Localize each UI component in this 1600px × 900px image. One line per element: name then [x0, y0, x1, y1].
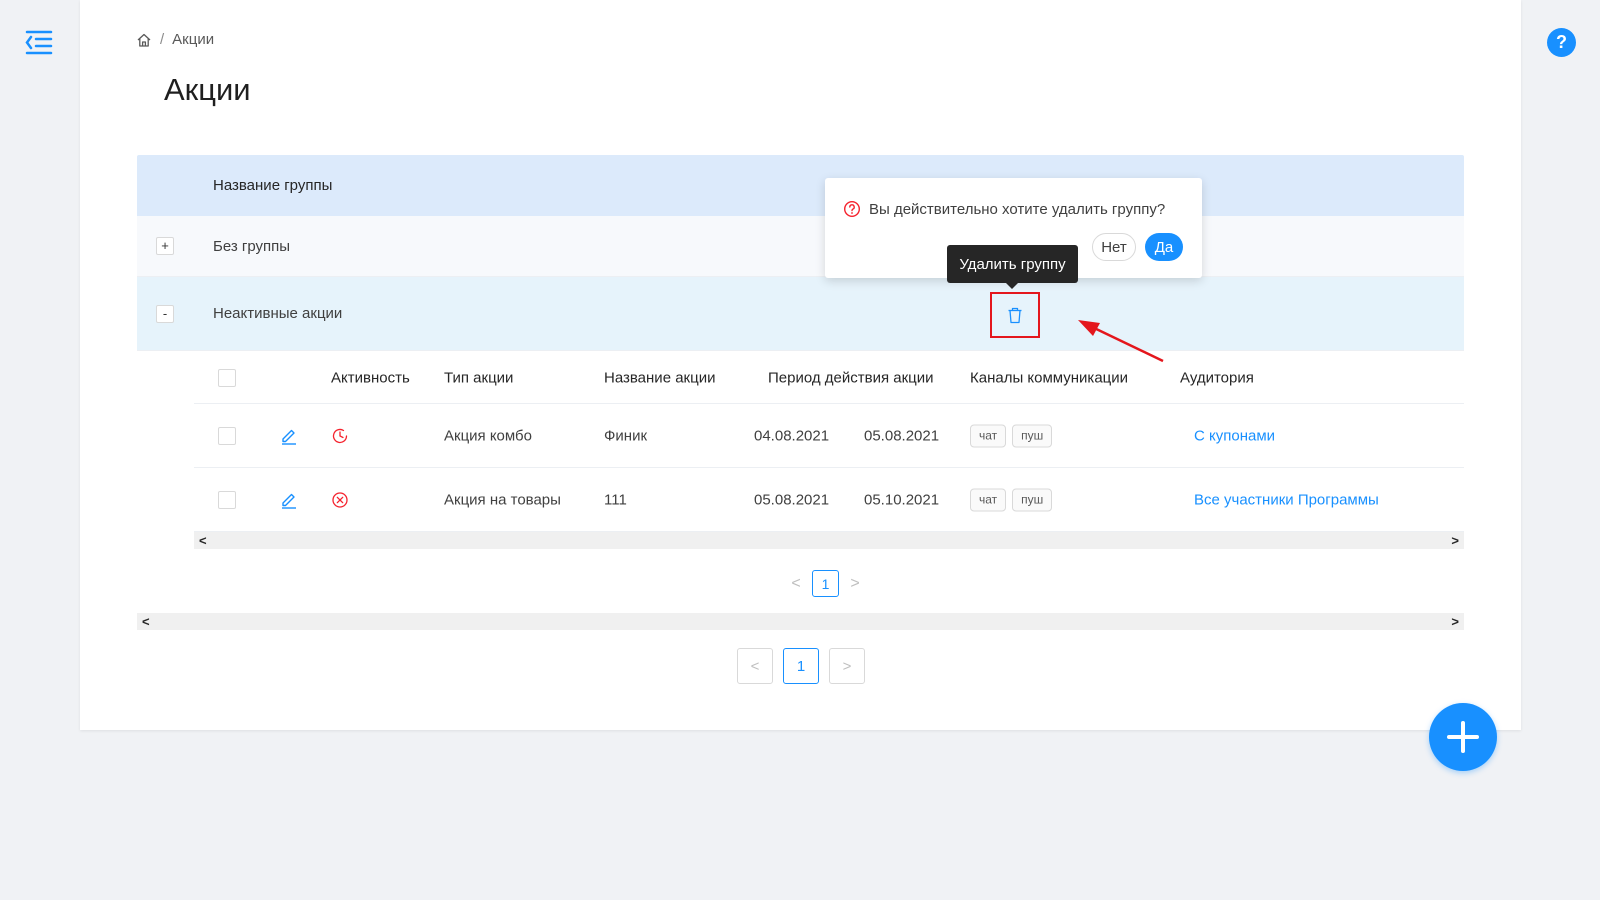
prev-page-button[interactable]: <: [737, 648, 773, 684]
promotions-table-header: Активность Тип акции Название акции Пери…: [194, 352, 1464, 404]
inner-horizontal-scrollbar[interactable]: < >: [194, 532, 1464, 549]
page-1-button[interactable]: 1: [783, 648, 819, 684]
promo-type: Акция на товары: [444, 491, 561, 508]
column-group-name: Название группы: [213, 177, 333, 194]
breadcrumb: / Акции: [136, 31, 214, 48]
column-channels: Каналы коммуникации: [970, 369, 1129, 386]
group-name: Без группы: [213, 237, 291, 255]
row-checkbox[interactable]: [218, 426, 236, 445]
select-all-checkbox[interactable]: [218, 368, 236, 387]
promo-name: 111: [604, 491, 627, 508]
period-start: 04.08.2021: [754, 427, 830, 444]
close-circle-icon: [331, 491, 349, 509]
prev-page-button[interactable]: <: [788, 575, 804, 593]
groups-table: Название группы + Без группы - Неактивны…: [137, 155, 1464, 630]
edit-icon[interactable]: [280, 491, 298, 509]
group-name: Неактивные акции: [213, 305, 343, 322]
groups-table-header: Название группы: [137, 155, 1464, 216]
channel-tag: пуш: [1012, 488, 1053, 511]
delete-group-tooltip: Удалить группу: [947, 245, 1078, 289]
table-row[interactable]: Акция комбо Финик 04.08.2021 05.08.2021 …: [194, 404, 1464, 468]
promo-name: Финик: [604, 427, 648, 444]
next-page-button[interactable]: >: [829, 648, 865, 684]
promo-type: Акция комбо: [444, 427, 532, 444]
outer-pagination: < 1 >: [737, 648, 865, 684]
period-end: 05.08.2021: [864, 427, 940, 444]
scroll-right-arrow[interactable]: >: [1451, 532, 1459, 549]
confirm-text: Вы действительно хотите удалить группу?: [869, 200, 1166, 218]
scroll-right-arrow[interactable]: >: [1451, 613, 1459, 630]
collapse-button[interactable]: -: [156, 304, 174, 323]
delete-group-button[interactable]: [990, 292, 1040, 338]
channel-tag: пуш: [1012, 424, 1053, 447]
trash-icon: [1007, 307, 1023, 324]
channels: чат пуш: [970, 424, 1058, 447]
group-row-expanded[interactable]: - Неактивные акции: [137, 277, 1464, 351]
audience-link[interactable]: Все участники Программы: [1194, 491, 1379, 508]
channel-tag: чат: [970, 488, 1007, 511]
clock-icon: [331, 427, 349, 445]
promotions-table: Активность Тип акции Название акции Пери…: [194, 352, 1464, 549]
plus-icon: [1446, 720, 1480, 754]
column-period: Период действия акции: [768, 369, 934, 386]
audience-link[interactable]: С купонами: [1194, 427, 1275, 444]
page-title: Акции: [164, 72, 251, 107]
group-row[interactable]: + Без группы: [137, 216, 1464, 277]
content-panel: / Акции Акции Название группы + Без груп…: [80, 0, 1521, 730]
inner-pagination: < 1 >: [788, 570, 863, 597]
add-button[interactable]: [1429, 703, 1497, 771]
period-start: 05.08.2021: [754, 491, 830, 508]
scroll-left-arrow[interactable]: <: [199, 532, 207, 549]
column-audience: Аудитория: [1180, 369, 1254, 386]
period-end: 05.10.2021: [864, 491, 940, 508]
page-1-button[interactable]: 1: [812, 570, 839, 597]
table-row[interactable]: Акция на товары 111 05.08.2021 05.10.202…: [194, 468, 1464, 532]
breadcrumb-separator: /: [160, 31, 165, 48]
expand-button[interactable]: +: [156, 237, 174, 255]
help-icon[interactable]: ?: [1547, 28, 1576, 57]
confirm-no-button[interactable]: Нет: [1092, 233, 1136, 261]
row-checkbox[interactable]: [218, 490, 236, 509]
column-activity: Активность: [331, 369, 410, 386]
channels: чат пуш: [970, 488, 1058, 511]
outer-horizontal-scrollbar[interactable]: < >: [137, 613, 1464, 630]
home-icon[interactable]: [136, 32, 152, 48]
channel-tag: чат: [970, 424, 1007, 447]
breadcrumb-current: Акции: [172, 31, 215, 48]
edit-icon[interactable]: [280, 427, 298, 445]
confirm-message: Вы действительно хотите удалить группу?: [843, 200, 1165, 218]
column-type: Тип акции: [444, 369, 514, 386]
next-page-button[interactable]: >: [847, 575, 863, 593]
scroll-left-arrow[interactable]: <: [142, 613, 150, 630]
column-name: Название акции: [604, 369, 716, 386]
question-circle-icon: [843, 200, 861, 218]
menu-toggle-icon[interactable]: [24, 28, 54, 56]
confirm-yes-button[interactable]: Да: [1145, 233, 1183, 261]
